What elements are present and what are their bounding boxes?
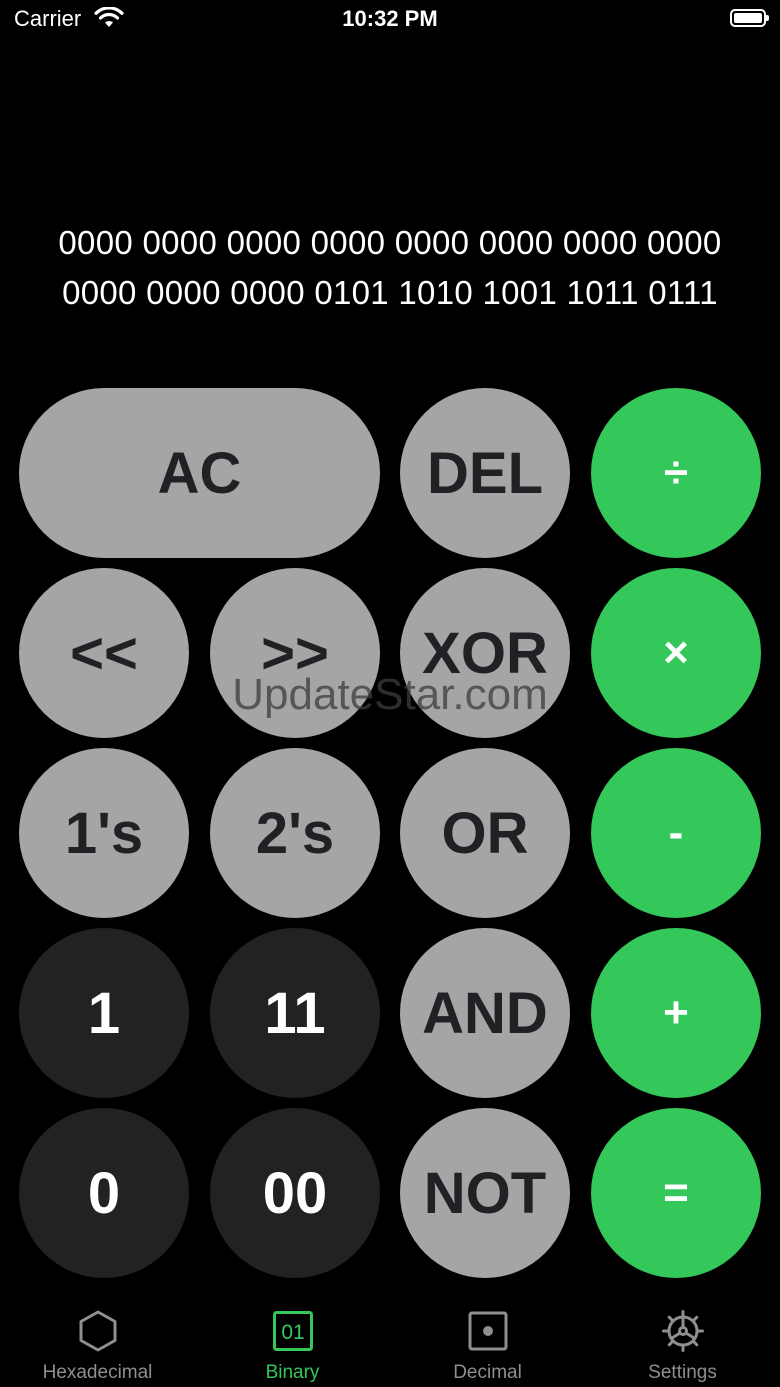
minus-button[interactable]: - bbox=[591, 748, 761, 918]
keypad: AC DEL ÷ << >> XOR × 1's 2's OR - 1 11 A… bbox=[0, 0, 780, 1290]
digit-1-button[interactable]: 1 bbox=[19, 928, 189, 1098]
all-clear-button[interactable]: AC bbox=[19, 388, 380, 558]
tab-label-binary: Binary bbox=[265, 1362, 320, 1383]
hexagon-icon bbox=[79, 1310, 117, 1352]
tab-settings[interactable]: Settings bbox=[585, 1290, 780, 1387]
decimal-dot-icon bbox=[468, 1311, 508, 1351]
gear-icon bbox=[662, 1310, 704, 1352]
digit-0-button[interactable]: 0 bbox=[19, 1108, 189, 1278]
or-button[interactable]: OR bbox=[400, 748, 570, 918]
digit-00-button[interactable]: 00 bbox=[210, 1108, 380, 1278]
delete-button[interactable]: DEL bbox=[400, 388, 570, 558]
plus-button[interactable]: + bbox=[591, 928, 761, 1098]
tab-label-decimal: Decimal bbox=[453, 1362, 522, 1383]
tab-binary[interactable]: 01 Binary bbox=[195, 1290, 390, 1387]
shift-left-button[interactable]: << bbox=[19, 568, 189, 738]
divide-button[interactable]: ÷ bbox=[591, 388, 761, 558]
ones-complement-button[interactable]: 1's bbox=[19, 748, 189, 918]
shift-right-button[interactable]: >> bbox=[210, 568, 380, 738]
xor-button[interactable]: XOR bbox=[400, 568, 570, 738]
tab-decimal[interactable]: Decimal bbox=[390, 1290, 585, 1387]
binary-icon-text: 01 bbox=[281, 1321, 304, 1344]
digit-11-button[interactable]: 11 bbox=[210, 928, 380, 1098]
tab-bar: Hexadecimal 01 Binary Decimal Settings bbox=[0, 1290, 780, 1387]
tab-label-settings: Settings bbox=[648, 1362, 717, 1383]
tab-label-hexadecimal: Hexadecimal bbox=[42, 1362, 153, 1383]
equals-button[interactable]: = bbox=[591, 1108, 761, 1278]
binary-01-icon: 01 bbox=[273, 1311, 313, 1351]
multiply-button[interactable]: × bbox=[591, 568, 761, 738]
and-button[interactable]: AND bbox=[400, 928, 570, 1098]
not-button[interactable]: NOT bbox=[400, 1108, 570, 1278]
twos-complement-button[interactable]: 2's bbox=[210, 748, 380, 918]
tab-hexadecimal[interactable]: Hexadecimal bbox=[0, 1290, 195, 1387]
